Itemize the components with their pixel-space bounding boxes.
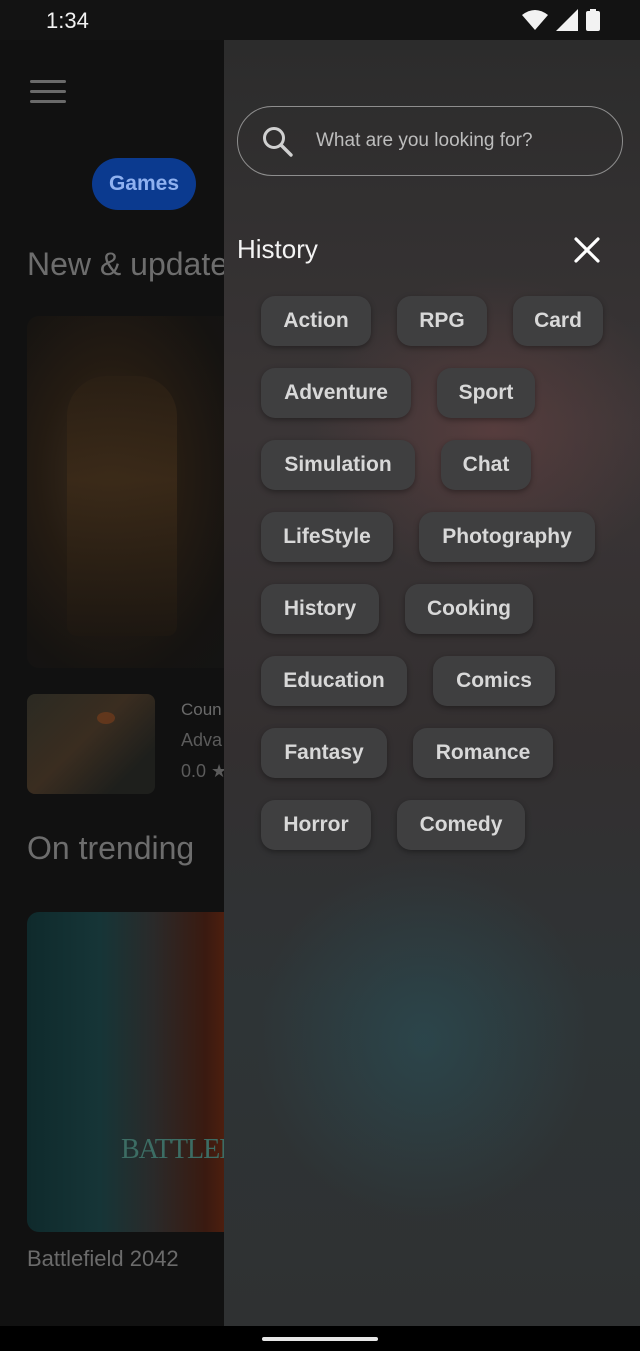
tag-row: Horror Comedy — [261, 800, 621, 850]
hamburger-menu-icon[interactable] — [30, 80, 66, 106]
featured-game-card[interactable] — [27, 316, 237, 668]
tag-chip[interactable]: Education — [261, 656, 407, 706]
tag-chip[interactable]: History — [261, 584, 379, 634]
battery-icon — [586, 9, 600, 31]
history-tag-list: Action RPG Card Adventure Sport Simulati… — [261, 296, 621, 872]
tag-chip[interactable]: Horror — [261, 800, 371, 850]
tag-chip[interactable]: Chat — [441, 440, 531, 490]
tag-row: Fantasy Romance — [261, 728, 621, 778]
tag-chip[interactable]: Romance — [413, 728, 553, 778]
games-category-chip[interactable]: Games — [92, 158, 196, 210]
tag-chip[interactable]: Fantasy — [261, 728, 387, 778]
history-title: History — [237, 234, 318, 264]
tag-chip[interactable]: Photography — [419, 512, 595, 562]
search-input[interactable] — [314, 129, 598, 153]
tag-row: LifeStyle Photography — [261, 512, 621, 562]
tag-row: Education Comics — [261, 656, 621, 706]
battlefield-logo: BATTLEFIELD — [121, 1134, 237, 1165]
featured-game-artwork — [67, 376, 177, 636]
search-icon — [263, 127, 293, 157]
section-title-new: New & update — [27, 246, 229, 282]
wifi-icon — [522, 10, 548, 30]
status-icons — [522, 9, 600, 31]
tag-row: Simulation Chat — [261, 440, 621, 490]
tag-row: Action RPG Card — [261, 296, 621, 346]
signal-icon — [556, 9, 578, 31]
search-bar[interactable] — [237, 106, 623, 176]
trending-game-card[interactable]: BATTLEFIELD — [27, 912, 237, 1232]
tag-chip[interactable]: Comics — [433, 656, 555, 706]
search-drawer: History Action RPG Card Adventure Sport … — [224, 40, 640, 1326]
tag-chip[interactable]: Adventure — [261, 368, 411, 418]
tag-row: Adventure Sport — [261, 368, 621, 418]
tag-row: History Cooking — [261, 584, 621, 634]
tag-chip[interactable]: Simulation — [261, 440, 415, 490]
tag-chip[interactable]: RPG — [397, 296, 487, 346]
tag-chip[interactable]: LifeStyle — [261, 512, 393, 562]
close-icon[interactable] — [572, 235, 602, 265]
section-title-trending: On trending — [27, 830, 195, 866]
game-thumbnail[interactable] — [27, 694, 155, 794]
status-bar: 1:34 — [0, 0, 640, 40]
tag-chip[interactable]: Comedy — [397, 800, 525, 850]
system-navigation-bar — [0, 1326, 640, 1351]
status-time: 1:34 — [46, 8, 89, 33]
tag-chip[interactable]: Sport — [437, 368, 535, 418]
trending-game-title: Battlefield 2042 — [27, 1246, 179, 1271]
tag-chip[interactable]: Card — [513, 296, 603, 346]
tag-chip[interactable]: Action — [261, 296, 371, 346]
tag-chip[interactable]: Cooking — [405, 584, 533, 634]
home-gesture-handle[interactable] — [262, 1337, 378, 1341]
